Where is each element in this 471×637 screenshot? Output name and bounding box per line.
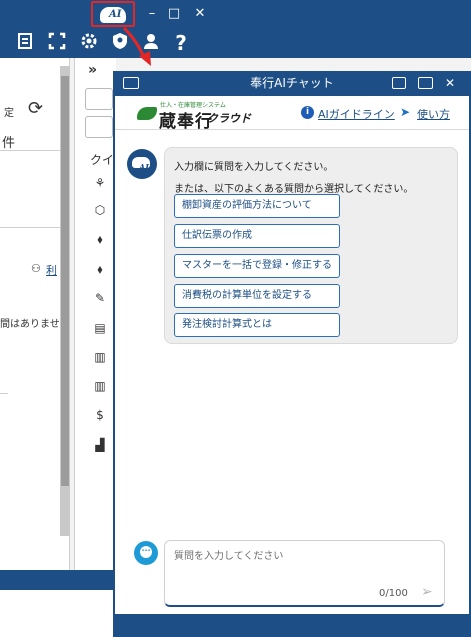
message-line: または、以下のよくある質問から選択してください。 [174,184,414,195]
suggestion-button[interactable]: 仕訳伝票の作成 [174,224,340,248]
suggestion-button[interactable]: 消費税の計算単位を設定する [174,284,340,308]
character-counter: 0/100 [379,588,408,599]
how-to-use-link[interactable]: 使い方 [417,106,450,122]
speech-bubble-icon: ··· [140,546,152,558]
send-icon[interactable]: ➢ [421,584,433,600]
suggestion-button[interactable]: 棚卸資産の評価方法について [174,194,340,218]
chat-footer [115,614,469,637]
question-input[interactable]: 質問を入力してください 0/100 ➢ [164,540,445,607]
ai-guideline-link[interactable]: AIガイドライン [318,106,395,122]
popout-icon[interactable] [392,77,406,89]
bot-avatar: AI [127,149,157,179]
chat-title: 奉行AIチャット [250,76,334,90]
chat-titlebar[interactable]: 奉行AIチャット ✕ [115,71,469,96]
suggestion-button[interactable]: マスターを一括で登録・修正する [174,254,340,278]
info-icon[interactable]: i [301,106,314,119]
bot-avatar-label: AI [139,162,149,172]
dock-panel-icon[interactable] [418,77,433,89]
logo-product-name: 蔵奉行 [159,112,213,132]
question-input-placeholder: 質問を入力してください [174,551,284,562]
close-icon[interactable]: ✕ [445,76,455,90]
suggestion-button[interactable]: 発注検討計算式とは [174,313,340,337]
chat-header: 仕入・在庫管理システム 蔵奉行 クラウド i AIガイドライン ➤ 使い方 [115,96,469,132]
logo-leaf-icon [137,107,157,120]
bot-message-bubble: 入力欄に質問を入力してください。 または、以下のよくある質問から選択してください… [164,147,458,344]
ai-chat-window: 奉行AIチャット ✕ 仕入・在庫管理システム 蔵奉行 クラウド i AIガイドラ… [113,71,471,637]
logo-cloud-label: クラウド [207,112,251,125]
message-line: 入力欄に質問を入力してください。 [174,162,334,173]
user-chat-avatar: ··· [134,541,158,565]
bird-icon[interactable]: ➤ [400,106,414,119]
